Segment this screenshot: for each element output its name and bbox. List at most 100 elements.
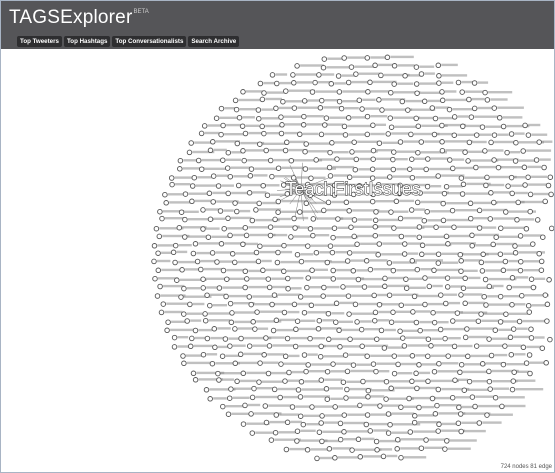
graph-node[interactable]: [234, 208, 240, 215]
graph-node[interactable]: [384, 54, 391, 61]
graph-node[interactable]: [497, 251, 504, 257]
graph-node[interactable]: [402, 241, 408, 247]
graph-node[interactable]: [323, 115, 330, 121]
graph-node[interactable]: [508, 174, 515, 181]
graph-node[interactable]: [508, 351, 515, 358]
graph-node[interactable]: [528, 276, 535, 282]
graph-node[interactable]: [260, 182, 266, 189]
graph-node[interactable]: [246, 294, 253, 300]
graph-node[interactable]: [406, 395, 412, 402]
graph-node[interactable]: [547, 336, 553, 343]
graph-node[interactable]: [187, 301, 193, 308]
graph-node[interactable]: [510, 378, 517, 384]
graph-node[interactable]: [284, 335, 291, 342]
graph-node[interactable]: [246, 343, 253, 349]
graph-node[interactable]: [511, 369, 517, 375]
graph-node[interactable]: [188, 140, 194, 146]
graph-node[interactable]: [484, 97, 491, 103]
graph-node[interactable]: [275, 198, 282, 205]
graph-node[interactable]: [436, 421, 442, 428]
graph-node[interactable]: [242, 130, 249, 137]
graph-node[interactable]: [224, 165, 231, 171]
graph-node[interactable]: [539, 345, 546, 351]
graph-node[interactable]: [181, 360, 187, 367]
graph-node[interactable]: [321, 56, 328, 62]
graph-node[interactable]: [520, 148, 526, 154]
graph-node[interactable]: [184, 318, 190, 324]
graph-node[interactable]: [482, 148, 488, 154]
graph-node[interactable]: [351, 139, 357, 145]
graph-node[interactable]: [374, 447, 380, 453]
graph-node[interactable]: [240, 241, 246, 248]
graph-node[interactable]: [483, 182, 489, 189]
graph-node[interactable]: [491, 105, 498, 111]
graph-node[interactable]: [497, 293, 504, 300]
graph-node[interactable]: [278, 114, 284, 120]
graph-node[interactable]: [430, 309, 436, 316]
graph-node[interactable]: [301, 352, 308, 358]
graph-node[interactable]: [210, 173, 217, 179]
graph-node[interactable]: [157, 208, 163, 215]
graph-node[interactable]: [209, 360, 216, 367]
graph-node[interactable]: [278, 361, 284, 367]
graph-node[interactable]: [155, 267, 162, 274]
graph-node[interactable]: [459, 191, 466, 197]
graph-node[interactable]: [452, 377, 458, 383]
graph-node[interactable]: [344, 368, 351, 375]
graph-node[interactable]: [301, 309, 308, 316]
graph-node[interactable]: [244, 276, 250, 282]
graph-node[interactable]: [457, 251, 464, 258]
graph-node[interactable]: [318, 420, 324, 426]
graph-node[interactable]: [457, 369, 463, 376]
graph-node[interactable]: [316, 429, 323, 435]
graph-node[interactable]: [393, 198, 400, 205]
graph-node[interactable]: [425, 378, 431, 385]
graph-node[interactable]: [509, 301, 515, 308]
graph-node[interactable]: [284, 139, 290, 146]
graph-node[interactable]: [237, 351, 244, 358]
graph-node[interactable]: [239, 123, 246, 129]
graph-node[interactable]: [303, 368, 309, 375]
graph-node[interactable]: [377, 403, 383, 409]
graph-node[interactable]: [466, 139, 473, 146]
graph-node[interactable]: [266, 343, 273, 349]
graph-node[interactable]: [391, 63, 398, 69]
graph-node[interactable]: [450, 318, 456, 324]
graph-node[interactable]: [367, 79, 373, 86]
graph-node[interactable]: [409, 353, 416, 359]
graph-node[interactable]: [257, 80, 264, 87]
graph-node[interactable]: [491, 157, 497, 163]
graph-node[interactable]: [349, 149, 355, 155]
graph-node[interactable]: [262, 403, 269, 409]
graph-node[interactable]: [297, 294, 304, 300]
graph-node[interactable]: [469, 394, 476, 400]
top-tweeters-button[interactable]: Top Tweeters: [17, 36, 62, 47]
graph-node[interactable]: [507, 334, 514, 341]
graph-node[interactable]: [269, 173, 275, 180]
graph-node[interactable]: [232, 360, 239, 367]
graph-node[interactable]: [525, 302, 532, 309]
graph-node[interactable]: [478, 311, 484, 317]
graph-node[interactable]: [209, 250, 216, 256]
graph-node[interactable]: [210, 199, 216, 205]
graph-node[interactable]: [411, 293, 418, 300]
graph-node[interactable]: [394, 446, 400, 452]
graph-node[interactable]: [380, 453, 387, 460]
graph-node[interactable]: [515, 199, 521, 206]
graph-node[interactable]: [379, 107, 385, 113]
graph-node[interactable]: [399, 98, 406, 105]
graph-node[interactable]: [352, 301, 359, 308]
graph-node[interactable]: [519, 292, 525, 299]
graph-node[interactable]: [225, 149, 232, 156]
graph-node[interactable]: [291, 80, 297, 86]
graph-node[interactable]: [308, 302, 315, 309]
graph-node[interactable]: [310, 232, 316, 239]
graph-node[interactable]: [415, 123, 422, 129]
graph-node[interactable]: [227, 343, 233, 349]
graph-node[interactable]: [421, 217, 428, 224]
graph-node[interactable]: [442, 446, 448, 452]
graph-node[interactable]: [328, 81, 335, 87]
graph-node[interactable]: [253, 249, 260, 256]
graph-node[interactable]: [351, 233, 357, 240]
network-graph-area[interactable]: TeachFirstIssues 724 nodes 81 edge: [1, 49, 554, 472]
